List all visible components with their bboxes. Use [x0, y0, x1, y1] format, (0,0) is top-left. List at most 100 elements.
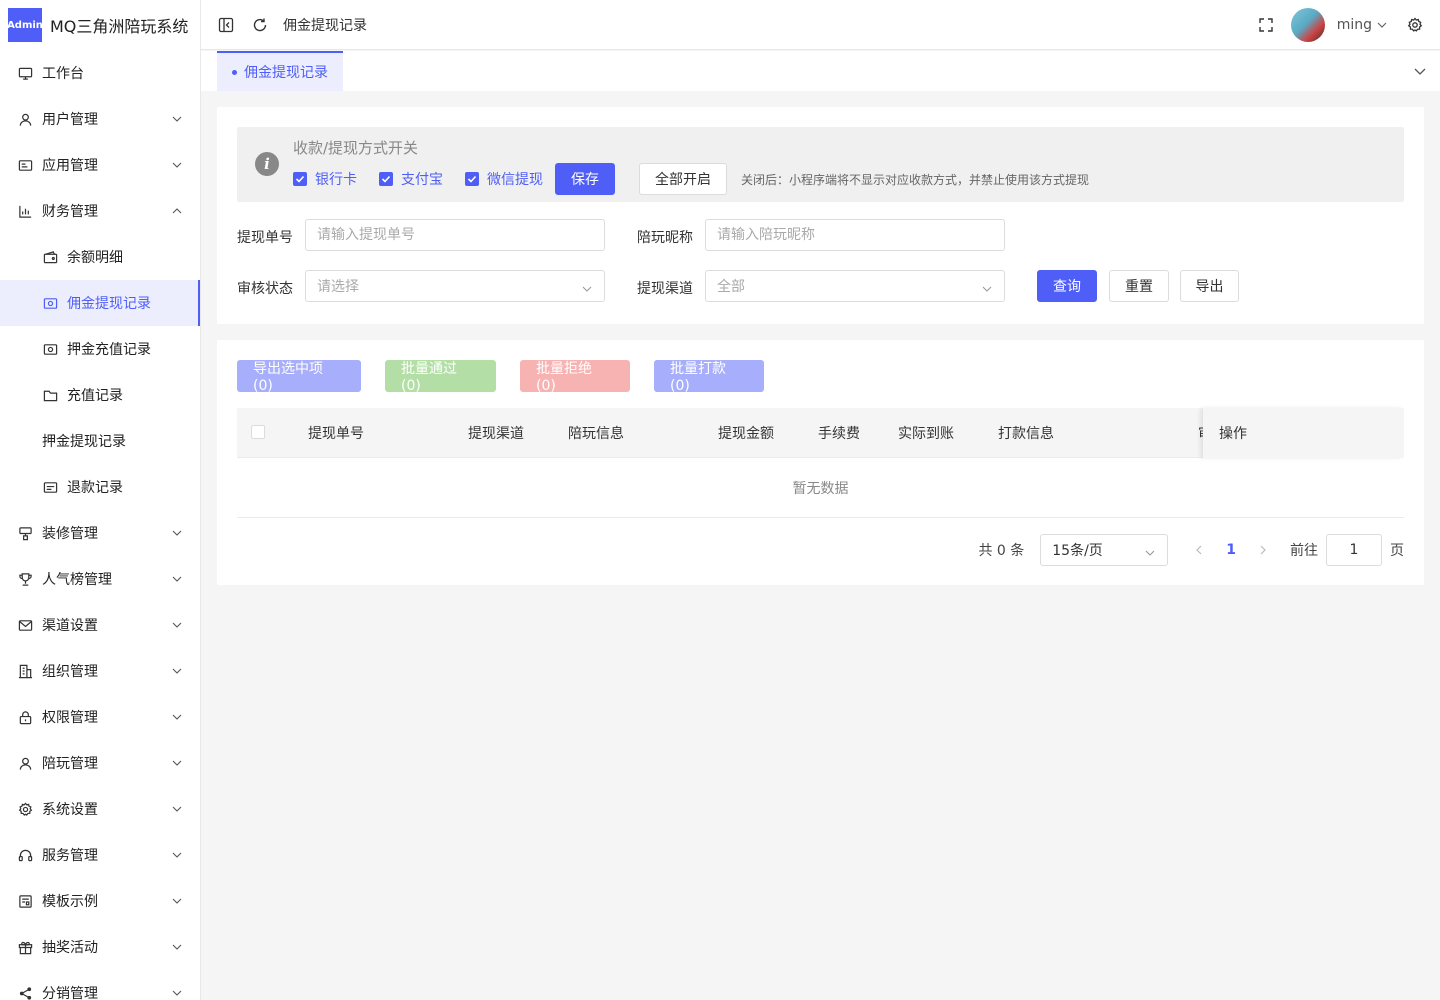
checkbox-checked-icon	[465, 172, 479, 186]
gift-icon	[17, 939, 33, 955]
col-fee: 手续费	[818, 426, 860, 442]
sidebar-item-4[interactable]: 余额明细	[0, 234, 200, 280]
col-actual: 实际到账	[898, 426, 954, 442]
prev-page-icon[interactable]	[1192, 543, 1206, 557]
fullscreen-icon[interactable]	[1257, 16, 1275, 34]
folder-icon	[42, 387, 58, 403]
goto-page-input[interactable]	[1326, 534, 1382, 566]
sidebar-item-10[interactable]: 装修管理	[0, 510, 200, 556]
page-suffix: 页	[1390, 543, 1404, 559]
reset-button[interactable]: 重置	[1109, 270, 1169, 302]
checkbox-alipay[interactable]: 支付宝	[379, 169, 443, 189]
table-card: 导出选中项 (0) 批量通过 (0) 批量拒绝 (0) 批量打款 (0) 提现单…	[217, 340, 1424, 585]
gear-icon[interactable]	[1406, 16, 1424, 34]
tabs-dropdown-icon[interactable]	[1414, 65, 1426, 77]
withdraw-method-notice: i 收款/提现方式开关 银行卡 支付宝 微信提现 保存 全部开启 关闭后：小程序…	[237, 127, 1404, 202]
chevron-up-icon	[172, 206, 182, 216]
refresh-icon[interactable]	[251, 16, 269, 34]
filter-card: i 收款/提现方式开关 银行卡 支付宝 微信提现 保存 全部开启 关闭后：小程序…	[217, 107, 1424, 324]
chevron-down-icon	[172, 758, 182, 768]
nickname-label: 陪玩昵称	[637, 230, 693, 246]
sidebar-item-label: 模板示例	[42, 894, 98, 910]
checkbox-bank-card[interactable]: 银行卡	[293, 169, 357, 189]
avatar[interactable]	[1290, 8, 1325, 42]
enable-all-button[interactable]: 全部开启	[639, 163, 727, 195]
status-label: 审核状态	[237, 281, 293, 297]
header-actions: ming	[1257, 0, 1424, 50]
checkbox-wechat[interactable]: 微信提现	[465, 169, 543, 189]
chevron-down-icon	[172, 666, 182, 676]
sidebar-item-1[interactable]: 用户管理	[0, 96, 200, 142]
sidebar-item-12[interactable]: 渠道设置	[0, 602, 200, 648]
chevron-down-icon[interactable]	[1376, 16, 1388, 34]
sidebar-item-0[interactable]: 工作台	[0, 50, 200, 96]
money-icon	[42, 295, 58, 311]
table-header: 提现单号 提现渠道 陪玩信息 提现金额 手续费 实际到账 打款信息 审 操作	[237, 408, 1404, 458]
sidebar-item-5[interactable]: 佣金提现记录	[0, 280, 200, 326]
sidebar: Admin MQ三角洲陪玩系统 工作台 用户管理 应用管理财务管理余额明细佣金提现记…	[0, 0, 201, 1000]
sidebar-menu: 工作台 用户管理 应用管理财务管理余额明细佣金提现记录押金充值记录充值记录押金提现记…	[0, 50, 200, 1000]
sidebar-item-16[interactable]: 系统设置	[0, 786, 200, 832]
sidebar-item-label: 财务管理	[42, 204, 98, 220]
collapse-sidebar-icon[interactable]	[217, 16, 235, 34]
sidebar-item-label: 服务管理	[42, 848, 98, 864]
next-page-icon[interactable]	[1256, 543, 1270, 557]
sidebar-item-3[interactable]: 财务管理	[0, 188, 200, 234]
query-button[interactable]: 查询	[1037, 270, 1097, 302]
logo[interactable]: Admin MQ三角洲陪玩系统	[0, 0, 200, 50]
sidebar-item-8[interactable]: 押金提现记录	[0, 418, 200, 464]
sidebar-item-label: 押金提现记录	[42, 434, 126, 450]
tab-commission-withdraw[interactable]: 佣金提现记录	[217, 51, 343, 91]
sidebar-item-label: 装修管理	[42, 526, 98, 542]
money-icon	[42, 341, 58, 357]
col-actions: 操作	[1219, 426, 1247, 442]
sidebar-item-13[interactable]: 组织管理	[0, 648, 200, 694]
sidebar-item-label: 余额明细	[67, 250, 123, 266]
export-selected-button[interactable]: 导出选中项 (0)	[237, 360, 361, 394]
user-icon	[17, 111, 33, 127]
col-channel: 提现渠道	[468, 426, 524, 442]
chevron-down-icon	[982, 282, 992, 292]
sidebar-item-label: 渠道设置	[42, 618, 98, 634]
sidebar-item-20[interactable]: 分销管理	[0, 970, 200, 1000]
sidebar-item-19[interactable]: 抽奖活动	[0, 924, 200, 970]
sidebar-item-label: 权限管理	[42, 710, 98, 726]
sidebar-item-7[interactable]: 充值记录	[0, 372, 200, 418]
sidebar-item-9[interactable]: 退款记录	[0, 464, 200, 510]
notice-title: 收款/提现方式开关	[293, 139, 419, 157]
page-number-current[interactable]: 1	[1226, 542, 1236, 558]
top-header: 佣金提现记录 ming	[201, 0, 1440, 50]
save-button[interactable]: 保存	[555, 163, 615, 195]
select-all-checkbox[interactable]	[251, 425, 265, 439]
sidebar-item-18[interactable]: 模板示例	[0, 878, 200, 924]
sidebar-item-17[interactable]: 服务管理	[0, 832, 200, 878]
chevron-down-icon	[582, 282, 592, 292]
sidebar-item-11[interactable]: 人气榜管理	[0, 556, 200, 602]
chevron-down-icon	[172, 942, 182, 952]
channel-select[interactable]: 全部	[705, 270, 1005, 302]
page-size-value: 15条/页	[1052, 543, 1103, 559]
share-icon	[17, 985, 33, 1000]
chevron-down-icon	[172, 528, 182, 538]
batch-approve-button[interactable]: 批量通过 (0)	[385, 360, 496, 394]
gear-icon	[17, 801, 33, 817]
status-select[interactable]: 请选择	[305, 270, 605, 302]
trophy-icon	[17, 571, 33, 587]
batch-reject-button[interactable]: 批量拒绝 (0)	[520, 360, 630, 394]
nickname-input[interactable]	[705, 219, 1005, 251]
sidebar-item-6[interactable]: 押金充值记录	[0, 326, 200, 372]
sidebar-item-15[interactable]: 陪玩管理	[0, 740, 200, 786]
page-size-select[interactable]: 15条/页	[1040, 534, 1169, 566]
info-icon: i	[255, 152, 279, 176]
logo-badge: Admin	[7, 8, 43, 42]
sidebar-item-2[interactable]: 应用管理	[0, 142, 200, 188]
username[interactable]: ming	[1337, 17, 1372, 33]
col-payment-info: 打款信息	[998, 426, 1054, 442]
sidebar-item-14[interactable]: 权限管理	[0, 694, 200, 740]
tab-label: 佣金提现记录	[244, 65, 328, 81]
sidebar-item-label: 押金充值记录	[67, 342, 151, 358]
sidebar-item-label: 陪玩管理	[42, 756, 98, 772]
batch-pay-button[interactable]: 批量打款 (0)	[654, 360, 764, 394]
export-button[interactable]: 导出	[1180, 270, 1239, 302]
order-no-input[interactable]	[305, 219, 605, 251]
